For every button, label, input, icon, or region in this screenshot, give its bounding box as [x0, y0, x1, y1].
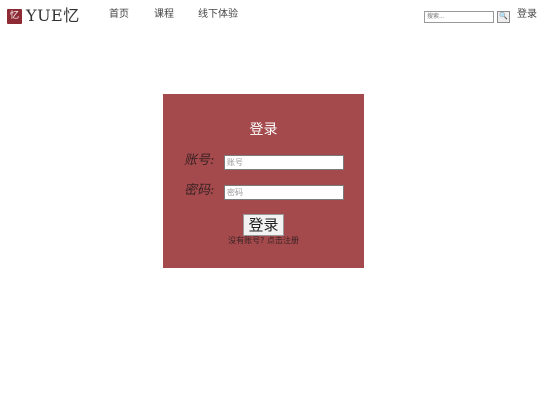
nav-courses[interactable]: 课程 — [154, 8, 174, 22]
search-bar: 🔍 — [424, 11, 510, 23]
nav-offline-experience[interactable]: 线下体验 — [198, 8, 238, 22]
no-account-text: 没有账号? — [228, 236, 265, 245]
register-prompt: 没有账号? 点击注册 — [163, 235, 364, 246]
logo-mark-icon: 忆 — [7, 8, 22, 24]
header-login-link[interactable]: 登录 — [517, 8, 537, 22]
nav-home[interactable]: 首页 — [109, 8, 129, 22]
main-nav: 首页 课程 线下体验 — [109, 8, 238, 22]
logo[interactable]: 忆 YUE忆 — [7, 6, 80, 26]
login-submit-button[interactable]: 登录 — [243, 214, 284, 236]
password-label: 密码: — [184, 183, 215, 198]
search-icon: 🔍 — [499, 13, 508, 20]
account-input[interactable] — [224, 155, 344, 170]
account-label: 账号: — [184, 153, 215, 168]
page: 忆 YUE忆 首页 课程 线下体验 🔍 登录 登录 账号: 密码: 登录 没有账… — [0, 0, 540, 405]
login-panel: 登录 账号: 密码: 登录 没有账号? 点击注册 — [163, 94, 364, 268]
logo-text: YUE忆 — [26, 6, 80, 25]
search-input[interactable] — [424, 11, 494, 23]
login-title: 登录 — [249, 122, 278, 138]
top-header: 忆 YUE忆 首页 课程 线下体验 🔍 登录 — [0, 0, 540, 34]
register-link[interactable]: 点击注册 — [267, 236, 299, 245]
password-input[interactable] — [224, 185, 344, 200]
search-button[interactable]: 🔍 — [497, 11, 510, 23]
